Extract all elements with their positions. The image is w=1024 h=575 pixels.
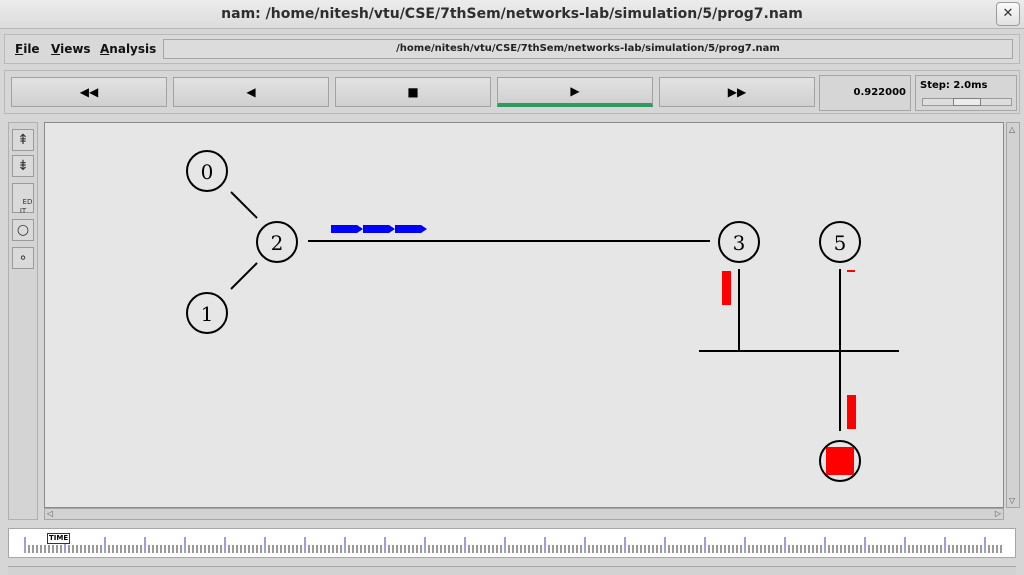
node-4[interactable] — [819, 440, 861, 482]
window-title: nam: /home/nitesh/vtu/CSE/7thSem/network… — [221, 6, 803, 22]
menu-file[interactable]: File — [15, 42, 40, 56]
node-5[interactable]: 5 — [819, 221, 861, 263]
scroll-down-icon[interactable]: ▽ — [1009, 496, 1015, 505]
packet-blue-1 — [331, 225, 363, 233]
step-slider-thumb[interactable] — [953, 98, 981, 106]
small-circle-icon: ∘ — [18, 250, 28, 266]
node-3[interactable]: 3 — [718, 221, 760, 263]
network-canvas[interactable]: 0 1 2 3 5 — [44, 122, 1004, 508]
edit-icon: ED IT — [19, 198, 33, 215]
timeline-ticks — [24, 537, 1002, 553]
zoom-in-tool[interactable]: ⇞ — [12, 129, 34, 151]
packet-red-lan — [847, 395, 856, 429]
fast-forward-button[interactable]: ▶▶ — [659, 77, 815, 107]
scroll-up-icon[interactable]: △ — [1009, 125, 1015, 134]
topology-drawing: 0 1 2 3 5 — [186, 150, 899, 482]
link-0-2 — [230, 191, 258, 219]
file-path-display: /home/nitesh/vtu/CSE/7thSem/networks-lab… — [163, 39, 1013, 59]
timeline-slider[interactable]: TIME — [8, 528, 1016, 558]
packet-blue-3 — [395, 225, 427, 233]
edit-tool[interactable]: ED IT — [12, 183, 34, 215]
node-0-label: 0 — [201, 160, 214, 184]
node-0[interactable]: 0 — [186, 150, 228, 192]
node-1[interactable]: 1 — [186, 292, 228, 334]
zoom-out-icon: ⇟ — [17, 158, 29, 174]
step-control: Step: 2.0ms — [915, 75, 1017, 111]
small-circle-tool[interactable]: ∘ — [12, 247, 34, 269]
simulation-time: 0.922000 — [819, 75, 911, 111]
zoom-out-tool[interactable]: ⇟ — [12, 155, 34, 177]
zoom-in-icon: ⇞ — [17, 132, 29, 148]
step-slider[interactable] — [922, 98, 1012, 106]
canvas-vertical-scrollbar[interactable]: △ ▽ — [1006, 122, 1020, 508]
packet-blue-2 — [363, 225, 395, 233]
menu-views[interactable]: Views — [51, 42, 91, 56]
packet-red-node3 — [722, 271, 731, 305]
node-3-label: 3 — [733, 231, 746, 255]
menubar: File Views Analysis /home/nitesh/vtu/CSE… — [4, 34, 1020, 64]
node-1-label: 1 — [201, 302, 214, 326]
menu-analysis[interactable]: Analysis — [100, 42, 156, 56]
window-titlebar: nam: /home/nitesh/vtu/CSE/7thSem/network… — [0, 0, 1024, 29]
play-backward-button[interactable]: ◀ — [173, 77, 329, 107]
node-2-label: 2 — [271, 231, 284, 255]
large-circle-tool[interactable]: ○ — [12, 219, 34, 241]
packet-red-node5 — [847, 270, 855, 272]
fast-rewind-button[interactable]: ◀◀ — [11, 77, 167, 107]
fast-rewind-icon: ◀◀ — [79, 85, 99, 99]
link-1-2 — [230, 262, 258, 290]
edit-toolbar: ⇞ ⇟ ED IT ○ ∘ — [8, 122, 38, 520]
close-icon: ✕ — [1002, 6, 1014, 21]
playback-controls: ◀◀ ◀ ■ ▶ ▶▶ 0.922000 Step: 2.0ms — [4, 70, 1020, 114]
play-backward-icon: ◀ — [246, 85, 256, 99]
node-5-label: 5 — [834, 231, 847, 255]
step-label: Step: 2.0ms — [920, 80, 988, 91]
play-forward-button[interactable]: ▶ — [497, 77, 653, 107]
scroll-right-icon[interactable]: ▷ — [995, 509, 1001, 518]
node-2[interactable]: 2 — [256, 221, 298, 263]
timeline-time-marker[interactable]: TIME — [47, 533, 71, 544]
scroll-left-icon[interactable]: ◁ — [47, 509, 53, 518]
play-forward-icon: ▶ — [570, 83, 580, 98]
stop-icon: ■ — [407, 85, 419, 99]
stop-button[interactable]: ■ — [335, 77, 491, 107]
close-button[interactable]: ✕ — [996, 2, 1020, 26]
circle-icon: ○ — [16, 222, 30, 238]
fast-forward-icon: ▶▶ — [727, 85, 747, 99]
canvas-horizontal-scrollbar[interactable]: ◁ ▷ — [44, 508, 1004, 520]
